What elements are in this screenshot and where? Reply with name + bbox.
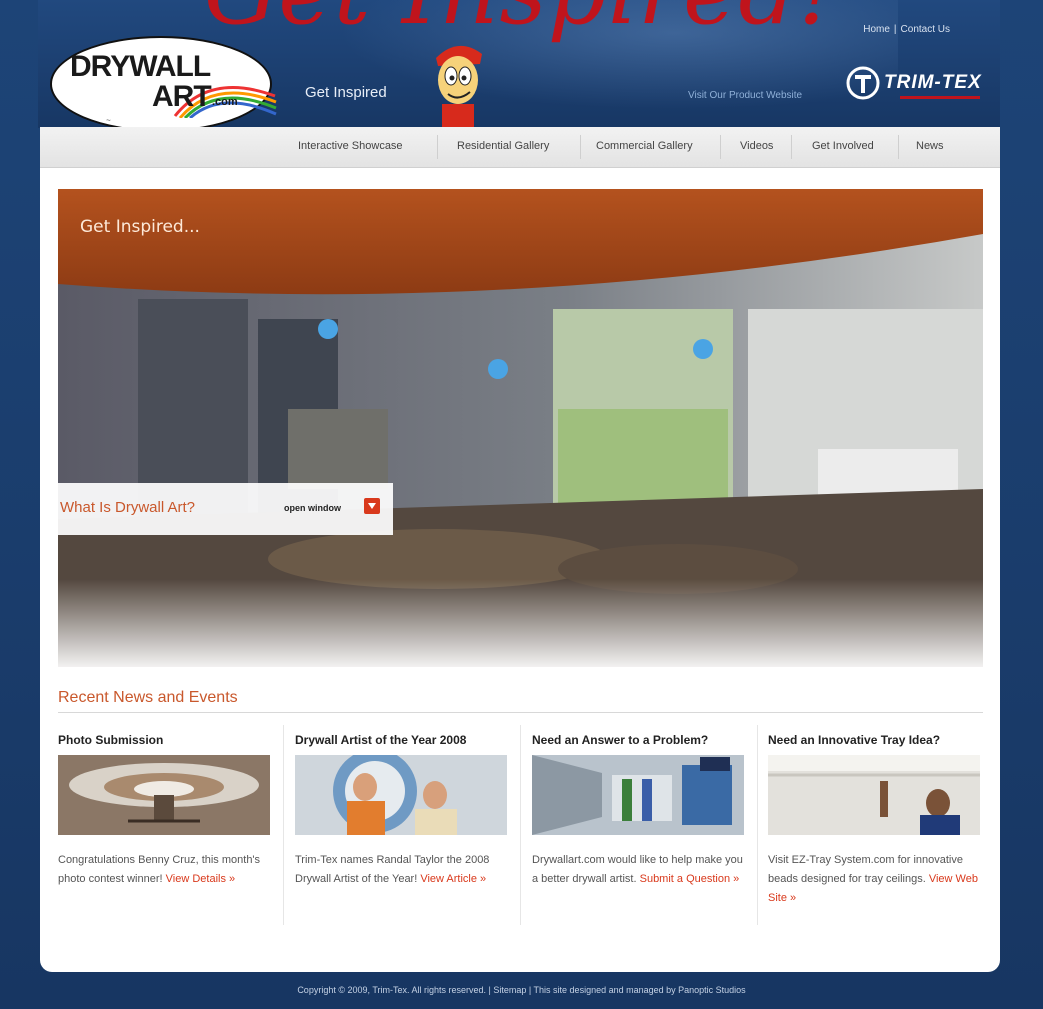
logo-text-art: ART (152, 80, 212, 113)
news-item-title: Photo Submission (58, 733, 164, 747)
news-item: Need an Answer to a Problem? Drywallart.… (532, 725, 746, 955)
news-item-text: Visit EZ-Tray System.com for innovative … (768, 851, 980, 908)
nav-get-involved[interactable]: Get Involved (812, 140, 874, 152)
open-window-link[interactable]: open window (284, 503, 341, 513)
news-divider (58, 712, 983, 713)
column-separator (757, 725, 758, 925)
news-item: Drywall Artist of the Year 2008 Trim-Tex… (295, 725, 509, 955)
nav-videos[interactable]: Videos (740, 140, 773, 152)
news-item: Need an Innovative Tray Idea? Visit EZ-T… (768, 725, 982, 955)
nav-separator (580, 135, 581, 159)
hero-slideshow[interactable]: Get Inspired... What Is Drywall Art? ope… (58, 189, 983, 667)
column-separator (283, 725, 284, 925)
logo-signature: ~ (106, 116, 111, 125)
mascot-character-icon (436, 45, 482, 128)
news-item-title: Drywall Artist of the Year 2008 (295, 733, 467, 747)
logo-text-drywall: DRYWALL (70, 50, 211, 83)
news-item-text: Congratulations Benny Cruz, this month's… (58, 851, 270, 889)
main-navigation: Interactive Showcase Residential Gallery… (40, 127, 1000, 168)
news-thumbnail-photo[interactable] (295, 755, 507, 835)
logo-text-com: .com (212, 96, 238, 108)
submit-question-link[interactable]: Submit a Question » (640, 873, 740, 885)
news-item-title: Need an Innovative Tray Idea? (768, 733, 941, 747)
overlay-title: Get Inspired! (110, 0, 930, 45)
header-tagline: Get Inspired (305, 84, 387, 101)
recent-news-heading: Recent News and Events (58, 689, 238, 706)
news-item-text: Trim-Tex names Randal Taylor the 2008 Dr… (295, 851, 507, 889)
nav-residential-gallery[interactable]: Residential Gallery (457, 140, 549, 152)
view-details-link[interactable]: View Details » (166, 873, 236, 885)
hero-banner-title: Get Inspired... (80, 217, 200, 237)
nav-separator (898, 135, 899, 159)
drywall-art-logo[interactable]: DRYWALL ART .com ~ (50, 36, 277, 132)
news-item-text: Drywallart.com would like to help make y… (532, 851, 744, 889)
nav-commercial-gallery[interactable]: Commercial Gallery (596, 140, 693, 152)
news-item: Photo Submission Congratulations Benny C… (58, 725, 272, 955)
column-separator (520, 725, 521, 925)
nav-news[interactable]: News (916, 140, 944, 152)
product-website-link[interactable]: Visit Our Product Website (688, 90, 802, 101)
nav-separator (791, 135, 792, 159)
site-footer: Copyright © 2009, Trim-Tex. All rights r… (297, 985, 746, 995)
open-window-arrow-icon[interactable] (364, 498, 380, 514)
news-item-title: Need an Answer to a Problem? (532, 733, 709, 747)
what-is-drywall-art-title: What Is Drywall Art? (60, 499, 196, 516)
news-thumbnail-photo[interactable] (768, 755, 980, 835)
what-is-drywall-art-box: What Is Drywall Art? open window (58, 483, 393, 535)
view-article-link[interactable]: View Article » (420, 873, 486, 885)
hero-bottom-fade (58, 579, 983, 667)
nav-interactive-showcase[interactable]: Interactive Showcase (298, 140, 403, 152)
news-thumbnail-photo[interactable] (58, 755, 270, 835)
trim-tex-logo-text[interactable]: TRIM-TEX (884, 72, 982, 94)
news-thumbnail-photo[interactable] (532, 755, 744, 835)
nav-separator (437, 135, 438, 159)
trim-tex-logo-icon[interactable] (846, 66, 880, 100)
nav-separator (720, 135, 721, 159)
trim-tex-underline (900, 96, 980, 99)
main-content-panel: Interactive Showcase Residential Gallery… (40, 127, 1000, 972)
